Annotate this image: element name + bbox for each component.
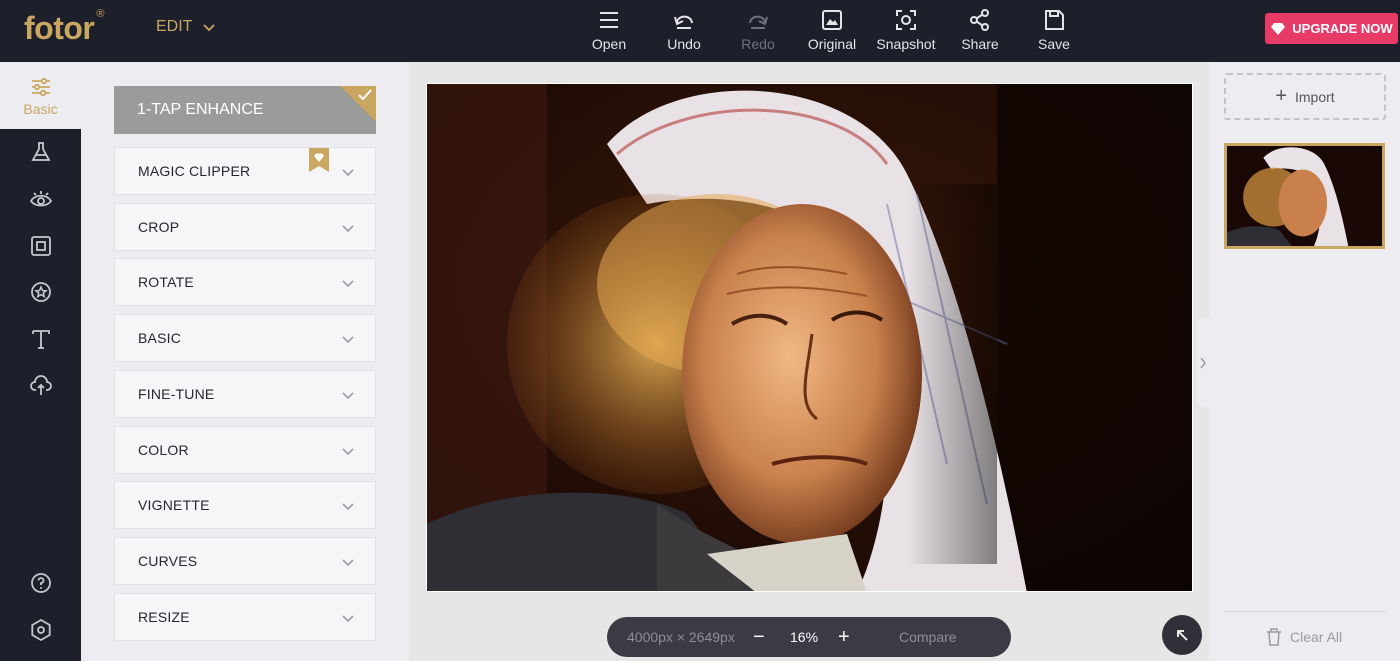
flask-icon xyxy=(30,142,51,161)
settings-button[interactable] xyxy=(0,618,81,642)
chevron-down-icon xyxy=(342,336,354,344)
premium-badge-icon xyxy=(309,148,329,172)
undo-button[interactable]: Undo xyxy=(648,8,720,52)
save-icon xyxy=(1045,10,1064,30)
collapse-panel-tab[interactable] xyxy=(1197,318,1209,408)
frame-icon xyxy=(30,236,51,256)
import-button[interactable]: + Import xyxy=(1224,73,1386,120)
tool-basic[interactable]: BASIC xyxy=(114,314,376,362)
help-icon xyxy=(30,573,51,593)
portrait-image xyxy=(427,84,1192,591)
chevron-down-icon xyxy=(342,503,354,511)
rail-item-text[interactable] xyxy=(0,327,81,351)
eye-icon xyxy=(29,191,52,207)
text-icon xyxy=(31,330,50,349)
tool-rotate[interactable]: ROTATE xyxy=(114,258,376,306)
share-button[interactable]: Share xyxy=(944,8,1016,52)
rail-item-stickers[interactable] xyxy=(0,280,81,304)
image-dimensions: 4000px × 2649px xyxy=(627,629,735,645)
chevron-down-icon xyxy=(342,615,354,623)
divider xyxy=(1224,611,1386,612)
settings-icon xyxy=(30,618,51,642)
zoom-level: 16% xyxy=(790,629,819,645)
rail-item-frames[interactable] xyxy=(0,234,81,258)
chevron-right-icon xyxy=(1200,357,1206,369)
original-button[interactable]: Original xyxy=(796,8,868,52)
tool-curves[interactable]: CURVES xyxy=(114,537,376,585)
rail-item-effects[interactable] xyxy=(0,140,81,164)
chevron-down-icon xyxy=(203,24,216,32)
chevron-down-icon xyxy=(342,225,354,233)
open-button[interactable]: Open xyxy=(573,8,645,52)
trash-icon xyxy=(1267,628,1281,646)
tool-color[interactable]: COLOR xyxy=(114,426,376,474)
tool-vignette[interactable]: VIGNETTE xyxy=(114,481,376,529)
snapshot-button[interactable]: Snapshot xyxy=(870,8,942,52)
fit-screen-button[interactable] xyxy=(1162,615,1202,655)
mode-dropdown[interactable]: EDIT xyxy=(156,18,216,36)
rail-item-cloud[interactable] xyxy=(0,373,81,397)
check-icon xyxy=(358,89,372,101)
star-badge-icon xyxy=(30,282,51,302)
zoom-out-button[interactable]: − xyxy=(753,626,765,649)
tool-magic-clipper[interactable]: MAGIC CLIPPER xyxy=(114,147,376,195)
save-button[interactable]: Save xyxy=(1018,8,1090,52)
zoom-in-button[interactable]: + xyxy=(838,626,850,649)
redo-icon xyxy=(749,15,768,29)
rail-item-basic[interactable]: Basic xyxy=(0,62,81,129)
image-thumbnail[interactable] xyxy=(1224,143,1385,249)
snapshot-icon xyxy=(896,10,916,30)
undo-icon xyxy=(674,15,693,29)
arrow-up-left-icon xyxy=(1177,630,1188,641)
plus-icon: + xyxy=(1275,85,1287,107)
top-bar: fotor ® EDIT Open Undo Redo Original Snap… xyxy=(0,0,1400,62)
redo-button[interactable]: Redo xyxy=(722,8,794,52)
mode-label: EDIT xyxy=(156,18,193,35)
share-icon xyxy=(970,9,989,31)
rail-item-beauty[interactable] xyxy=(0,188,81,212)
image-icon xyxy=(822,10,842,30)
compare-button[interactable]: Compare xyxy=(899,629,957,645)
tool-crop[interactable]: CROP xyxy=(114,203,376,251)
tool-resize[interactable]: RESIZE xyxy=(114,593,376,641)
thumbnail-image xyxy=(1227,146,1382,246)
tool-fine-tune[interactable]: FINE-TUNE xyxy=(114,370,376,418)
cloud-upload-icon xyxy=(29,375,52,395)
tools-panel: 1-TAP ENHANCE MAGIC CLIPPER CROP ROTATE … xyxy=(81,62,409,661)
clear-all-button[interactable]: Clear All xyxy=(1266,628,1342,646)
help-button[interactable] xyxy=(0,571,81,595)
edited-photo[interactable] xyxy=(426,83,1193,592)
chevron-down-icon xyxy=(342,448,354,456)
one-tap-enhance-button[interactable]: 1-TAP ENHANCE xyxy=(114,86,376,134)
chevron-down-icon xyxy=(342,559,354,567)
menu-icon xyxy=(600,12,618,28)
chevron-down-icon xyxy=(342,392,354,400)
fotor-logo[interactable]: fotor ® xyxy=(24,8,104,47)
diamond-icon xyxy=(1271,22,1286,35)
sliders-icon xyxy=(31,77,50,96)
chevron-down-icon xyxy=(342,280,354,288)
upgrade-button[interactable]: UPGRADE NOW xyxy=(1265,13,1398,44)
category-rail: Basic xyxy=(0,62,81,661)
layers-panel: + Import Clear All xyxy=(1197,62,1400,661)
chevron-down-icon xyxy=(342,169,354,177)
canvas-area: 4000px × 2649px − 16% + Compare xyxy=(409,62,1209,661)
zoom-bar: 4000px × 2649px − 16% + Compare xyxy=(607,617,1011,657)
